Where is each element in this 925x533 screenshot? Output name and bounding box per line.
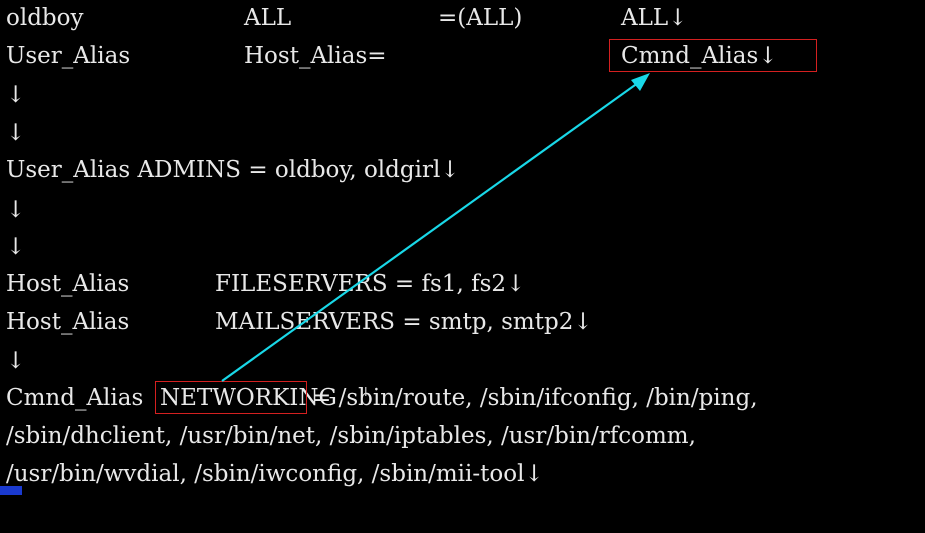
text-segment: oldboy [6,5,84,31]
text-line: ↓ [6,197,26,223]
text-segment: =(ALL) [438,5,523,31]
text-line: ↓ [6,234,26,260]
text-segment: MAILSERVERS = smtp, smtp2↓ [215,309,593,335]
corner-marker [0,486,22,495]
text-line: Host_Alias MAILSERVERS = smtp, smtp2↓ [6,307,906,337]
highlight-box [609,39,817,72]
text-line: ↓ [6,120,26,146]
terminal-document: oldboy ALL =(ALL) ALL↓ User_Alias Host_A… [0,0,925,495]
text-segment: Host_Alias= [244,43,387,69]
text-line: Cmnd_Alias NETWORKING = /sbin/route, /sb… [6,383,921,413]
highlight-box [155,381,307,414]
text-line: /usr/bin/wvdial, /sbin/iwconfig, /sbin/m… [6,461,544,487]
text-line: Host_Alias FILESERVERS = fs1, fs2↓ [6,269,906,299]
text-line: oldboy ALL =(ALL) ALL↓ [6,3,906,33]
text-segment: Host_Alias [6,271,130,297]
text-segment: User_Alias [6,43,131,69]
text-segment: FILESERVERS = fs1, fs2↓ [215,271,526,297]
text-line: ↓ [6,82,26,108]
text-line: /sbin/dhclient, /usr/bin/net, /sbin/ipta… [6,423,696,449]
text-segment: Cmnd_Alias [6,385,144,411]
text-line: ↓ [6,348,26,374]
text-segment: = /sbin/route, /sbin/ifconfig, /bin/ping… [312,385,758,411]
text-segment: ALL↓ [621,5,688,31]
text-segment: ALL [244,5,292,31]
text-segment: Host_Alias [6,309,130,335]
arrow-head-icon [631,73,650,91]
mouse-cursor-icon: I [364,385,368,399]
text-line: User_Alias ADMINS = oldboy, oldgirl↓ [6,157,460,183]
